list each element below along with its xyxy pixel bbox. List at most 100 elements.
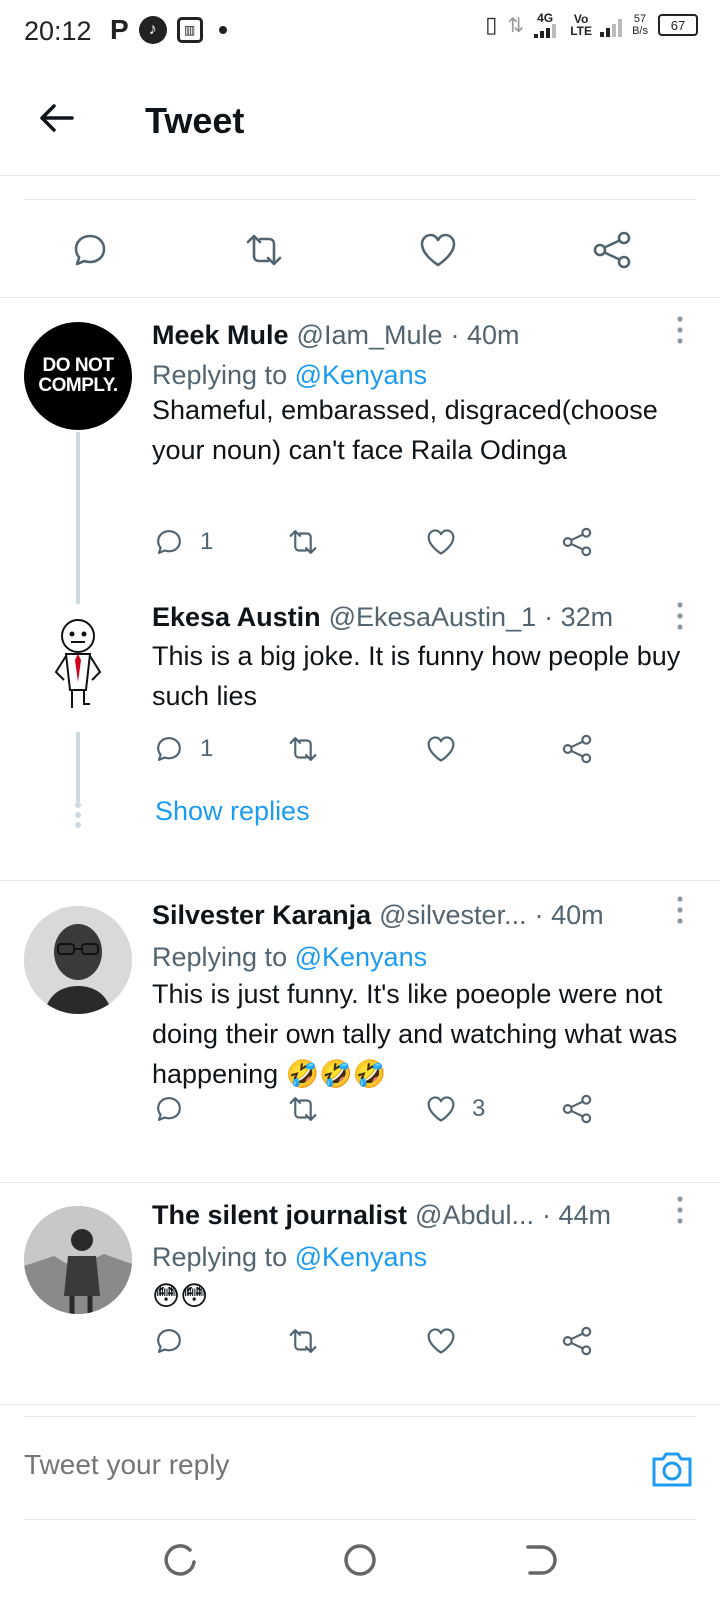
reply-button[interactable] (152, 1324, 186, 1358)
tweet-actions: 3 (152, 1092, 652, 1132)
app-header: Tweet (0, 66, 720, 176)
reply-button[interactable]: 1 (152, 525, 213, 559)
more-options-icon[interactable] (670, 600, 690, 632)
like-icon (427, 1328, 455, 1354)
reply-button[interactable] (152, 1092, 186, 1126)
thread-dots (73, 802, 83, 832)
like-icon (427, 736, 455, 762)
notification-app-icon: ▥ (176, 17, 203, 43)
more-options-icon[interactable] (670, 894, 690, 926)
divider (0, 1404, 720, 1405)
like-icon (427, 1096, 455, 1122)
avatar-text-line-1: DO NOT (42, 355, 114, 376)
avatar[interactable] (24, 1206, 132, 1314)
share-button[interactable] (560, 1324, 594, 1358)
retweet-icon (289, 1097, 317, 1121)
share-button[interactable] (560, 525, 594, 559)
page-title: Tweet (145, 100, 245, 141)
like-button[interactable] (424, 732, 458, 766)
display-name[interactable]: The silent journalist (152, 1200, 407, 1231)
avatar[interactable]: DO NOT COMPLY. (24, 322, 132, 430)
retweet-icon (289, 737, 317, 761)
rofl-emoji-group: 🤣🤣🤣 (285, 1059, 387, 1090)
user-handle[interactable]: @Abdul... (415, 1200, 534, 1231)
like-button[interactable] (424, 1324, 458, 1358)
reply-tweet-1[interactable]: DO NOT COMPLY. Meek Mule @Iam_Mule · 40m… (0, 300, 720, 610)
replying-to-link[interactable]: @Kenyans (295, 942, 427, 972)
speed-unit: B/s (632, 25, 648, 37)
more-options-icon[interactable] (670, 1194, 690, 1226)
signal-4g: 4G (534, 12, 557, 38)
retweet-icon[interactable] (242, 228, 286, 272)
user-handle[interactable]: @EkesaAustin_1 (329, 602, 537, 633)
retweet-icon (289, 530, 317, 554)
share-button[interactable] (560, 732, 594, 766)
data-transfer-icon: ⇅ (507, 14, 525, 37)
thread-line (76, 432, 80, 610)
reply-input[interactable] (24, 1449, 584, 1481)
like-icon[interactable] (416, 228, 460, 272)
battery-level: 67 (670, 17, 686, 33)
retweet-button[interactable] (286, 732, 320, 766)
arrow-left-icon[interactable] (34, 96, 78, 140)
replying-prefix: Replying to (152, 942, 288, 972)
replying-to-link[interactable]: @Kenyans (295, 1242, 427, 1272)
share-icon (562, 734, 592, 764)
retweet-button[interactable] (286, 1324, 320, 1358)
divider (0, 1182, 720, 1183)
more-options-icon[interactable] (670, 314, 690, 346)
status-right-icons: ▯ ⇅ 4G Vo LTE 57 B/s 67 (485, 12, 698, 38)
vibrate-icon: ▯ (485, 12, 498, 37)
like-button[interactable]: 3 (424, 1092, 485, 1126)
retweet-button[interactable] (286, 525, 320, 559)
replying-prefix: Replying to (152, 360, 288, 390)
tweet-text: This is a big joke. It is funny how peop… (152, 641, 681, 711)
tweet-header: The silent journalist @Abdul... · 44m (152, 1200, 660, 1231)
back-icon[interactable] (520, 1540, 560, 1580)
display-name[interactable]: Meek Mule (152, 320, 289, 351)
reply-icon (157, 530, 181, 554)
avatar[interactable] (24, 604, 132, 712)
replying-to: Replying to @Kenyans (152, 1242, 427, 1273)
tweet-header: Ekesa Austin @EkesaAustin_1 · 32m (152, 602, 660, 633)
signal-icon (534, 24, 557, 38)
home-icon[interactable] (340, 1540, 380, 1580)
display-name[interactable]: Silvester Karanja (152, 900, 371, 931)
recents-icon[interactable] (160, 1540, 200, 1580)
battery-icon: 67 (658, 14, 698, 36)
tweet-text: Shameful, embarassed, disgraced(choose y… (152, 395, 658, 465)
camera-icon[interactable] (648, 1445, 696, 1493)
show-replies-link[interactable]: Show replies (155, 796, 310, 827)
volte-label: Vo LTE (570, 12, 592, 38)
reply-tweet-3[interactable]: Silvester Karanja @silvester... · 40m Re… (0, 882, 720, 1182)
reply-tweet-2[interactable]: Ekesa Austin @EkesaAustin_1 · 32m This i… (0, 592, 720, 882)
share-icon[interactable] (590, 228, 634, 272)
dot-icon (218, 26, 227, 34)
share-button[interactable] (560, 1092, 594, 1126)
reply-count: 1 (200, 735, 214, 762)
tweet-time: · 32m (544, 602, 614, 632)
like-button[interactable] (424, 525, 458, 559)
user-handle[interactable]: @silvester... (379, 900, 526, 931)
replying-to-link[interactable]: @Kenyans (295, 360, 427, 390)
reply-tweet-4[interactable]: The silent journalist @Abdul... · 44m Re… (0, 1184, 720, 1404)
thread-line (76, 732, 80, 802)
tweet-text: This is just funny. It's like poeople we… (152, 974, 692, 1095)
signal-icon-2 (600, 19, 623, 37)
status-time: 20:12 (24, 16, 92, 46)
user-handle[interactable]: @Iam_Mule (297, 320, 443, 351)
reply-icon[interactable] (68, 228, 112, 272)
reply-button[interactable]: 1 (152, 732, 213, 766)
status-bar: 20:12 P ♪ ▥ ▯ ⇅ 4G Vo LTE 57 B/s 67 (0, 0, 720, 66)
like-count: 3 (472, 1095, 486, 1122)
display-name[interactable]: Ekesa Austin (152, 602, 321, 633)
flushed-emoji-group: 😳😳 (152, 1281, 209, 1311)
reply-icon (157, 737, 181, 761)
system-nav-bar (0, 1520, 720, 1612)
share-icon (562, 1326, 592, 1356)
like-icon (427, 529, 455, 555)
signal-volte: Vo LTE (566, 12, 623, 38)
avatar[interactable] (24, 906, 132, 1014)
retweet-button[interactable] (286, 1092, 320, 1126)
tweet-time: · 40m (534, 900, 604, 930)
